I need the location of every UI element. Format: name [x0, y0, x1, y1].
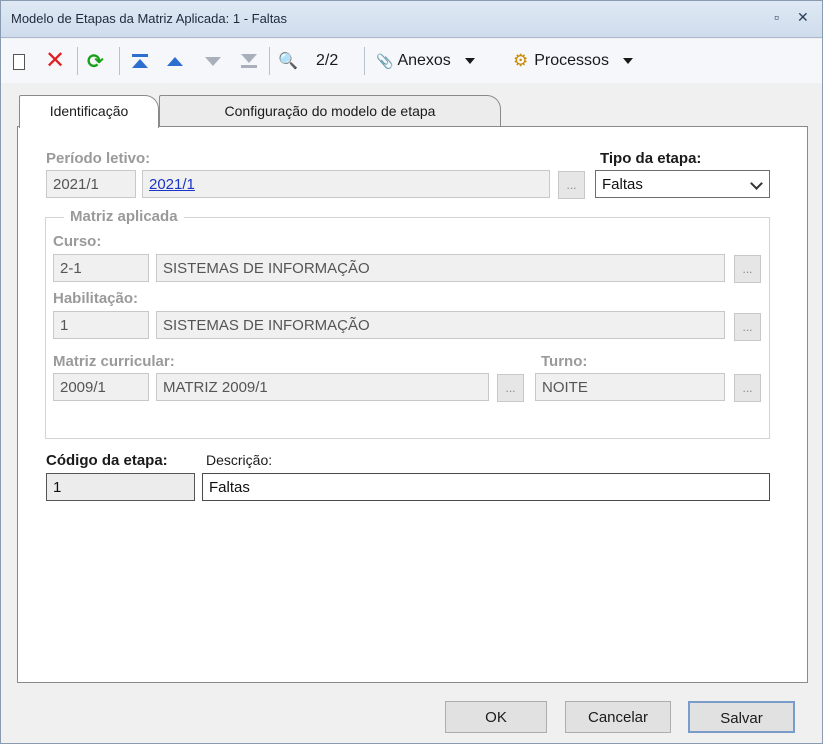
- tab-identificacao[interactable]: Identificação: [19, 95, 159, 128]
- dialog-window: Modelo de Etapas da Matriz Aplicada: 1 -…: [0, 0, 823, 744]
- descricao-field[interactable]: Faltas: [202, 473, 770, 501]
- habilitacao-description-field[interactable]: SISTEMAS DE INFORMAÇÃO: [156, 311, 725, 339]
- delete-button[interactable]: ✕: [45, 49, 65, 73]
- tipo-etapa-label: Tipo da etapa:: [600, 150, 702, 167]
- periodo-label: Período letivo:: [46, 150, 151, 167]
- toolbar: ✕ ⟳ 🔍 2/2 📎 Anexos ⚙ Processos: [1, 39, 822, 83]
- cancel-button[interactable]: Cancelar: [565, 701, 671, 733]
- turno-field[interactable]: NOITE: [535, 373, 725, 401]
- habilitacao-code-field[interactable]: 1: [53, 311, 149, 339]
- habilitacao-label: Habilitação:: [53, 290, 139, 307]
- processos-label: Processos: [534, 52, 609, 69]
- gears-icon: ⚙: [513, 51, 529, 70]
- first-record-button[interactable]: [132, 49, 148, 73]
- turno-lookup-button[interactable]: ...: [734, 374, 761, 402]
- codigo-etapa-label: Código da etapa:: [46, 452, 168, 469]
- periodo-link[interactable]: 2021/1: [142, 170, 550, 198]
- turno-label: Turno:: [541, 353, 588, 370]
- delete-icon: ✕: [45, 47, 66, 74]
- matriz-label: Matriz curricular:: [53, 353, 175, 370]
- matriz-description-field[interactable]: MATRIZ 2009/1: [156, 373, 489, 401]
- chevron-down-icon: [464, 58, 475, 64]
- title-bar: Modelo de Etapas da Matriz Aplicada: 1 -…: [1, 1, 822, 38]
- curso-lookup-button[interactable]: ...: [734, 255, 761, 283]
- periodo-lookup-button[interactable]: ...: [558, 171, 585, 199]
- processos-dropdown[interactable]: ⚙ Processos: [513, 49, 633, 73]
- anexos-label: Anexos: [397, 52, 451, 69]
- curso-code-field[interactable]: 2-1: [53, 254, 149, 282]
- codigo-etapa-field[interactable]: 1: [46, 473, 195, 501]
- binoculars-icon: 🔍: [278, 53, 298, 70]
- chevron-down-icon: [750, 177, 763, 190]
- window-title: Modelo de Etapas da Matriz Aplicada: 1 -…: [11, 11, 288, 26]
- chevron-down-icon: [622, 58, 633, 64]
- refresh-icon: ⟳: [87, 50, 104, 73]
- save-button[interactable]: Salvar: [688, 701, 795, 733]
- close-icon[interactable]: ✕: [797, 9, 809, 26]
- toolbar-separator: [364, 47, 365, 75]
- curso-description-field[interactable]: SISTEMAS DE INFORMAÇÃO: [156, 254, 725, 282]
- record-counter: 2/2: [316, 52, 339, 69]
- matriz-lookup-button[interactable]: ...: [497, 374, 524, 402]
- ok-button[interactable]: OK: [445, 701, 547, 733]
- periodo-code-field[interactable]: 2021/1: [46, 170, 136, 198]
- anexos-dropdown[interactable]: 📎 Anexos: [376, 49, 475, 73]
- toolbar-separator: [119, 47, 120, 75]
- previous-record-icon: [167, 56, 183, 66]
- new-button[interactable]: [13, 49, 25, 73]
- descricao-label: Descrição:: [206, 452, 273, 468]
- tab-configuracao[interactable]: Configuração do modelo de etapa: [159, 95, 501, 127]
- toolbar-separator: [77, 47, 78, 75]
- restore-icon[interactable]: ▫: [774, 9, 779, 25]
- next-record-button[interactable]: [205, 49, 221, 73]
- paperclip-icon: 📎: [376, 52, 394, 69]
- refresh-button[interactable]: ⟳: [87, 49, 104, 73]
- toolbar-separator: [269, 47, 270, 75]
- last-record-button[interactable]: [241, 49, 257, 73]
- matriz-aplicada-title: Matriz aplicada: [64, 208, 184, 225]
- curso-label: Curso:: [53, 233, 102, 250]
- next-record-icon: [205, 56, 221, 66]
- last-record-icon: [241, 54, 257, 63]
- matriz-code-field[interactable]: 2009/1: [53, 373, 149, 401]
- tipo-etapa-value: Faltas: [602, 176, 643, 193]
- search-button[interactable]: 🔍: [278, 49, 298, 73]
- tipo-etapa-select[interactable]: Faltas: [595, 170, 770, 198]
- new-document-icon: [13, 54, 25, 70]
- previous-record-button[interactable]: [167, 49, 183, 73]
- first-record-icon: [132, 54, 148, 57]
- habilitacao-lookup-button[interactable]: ...: [734, 313, 761, 341]
